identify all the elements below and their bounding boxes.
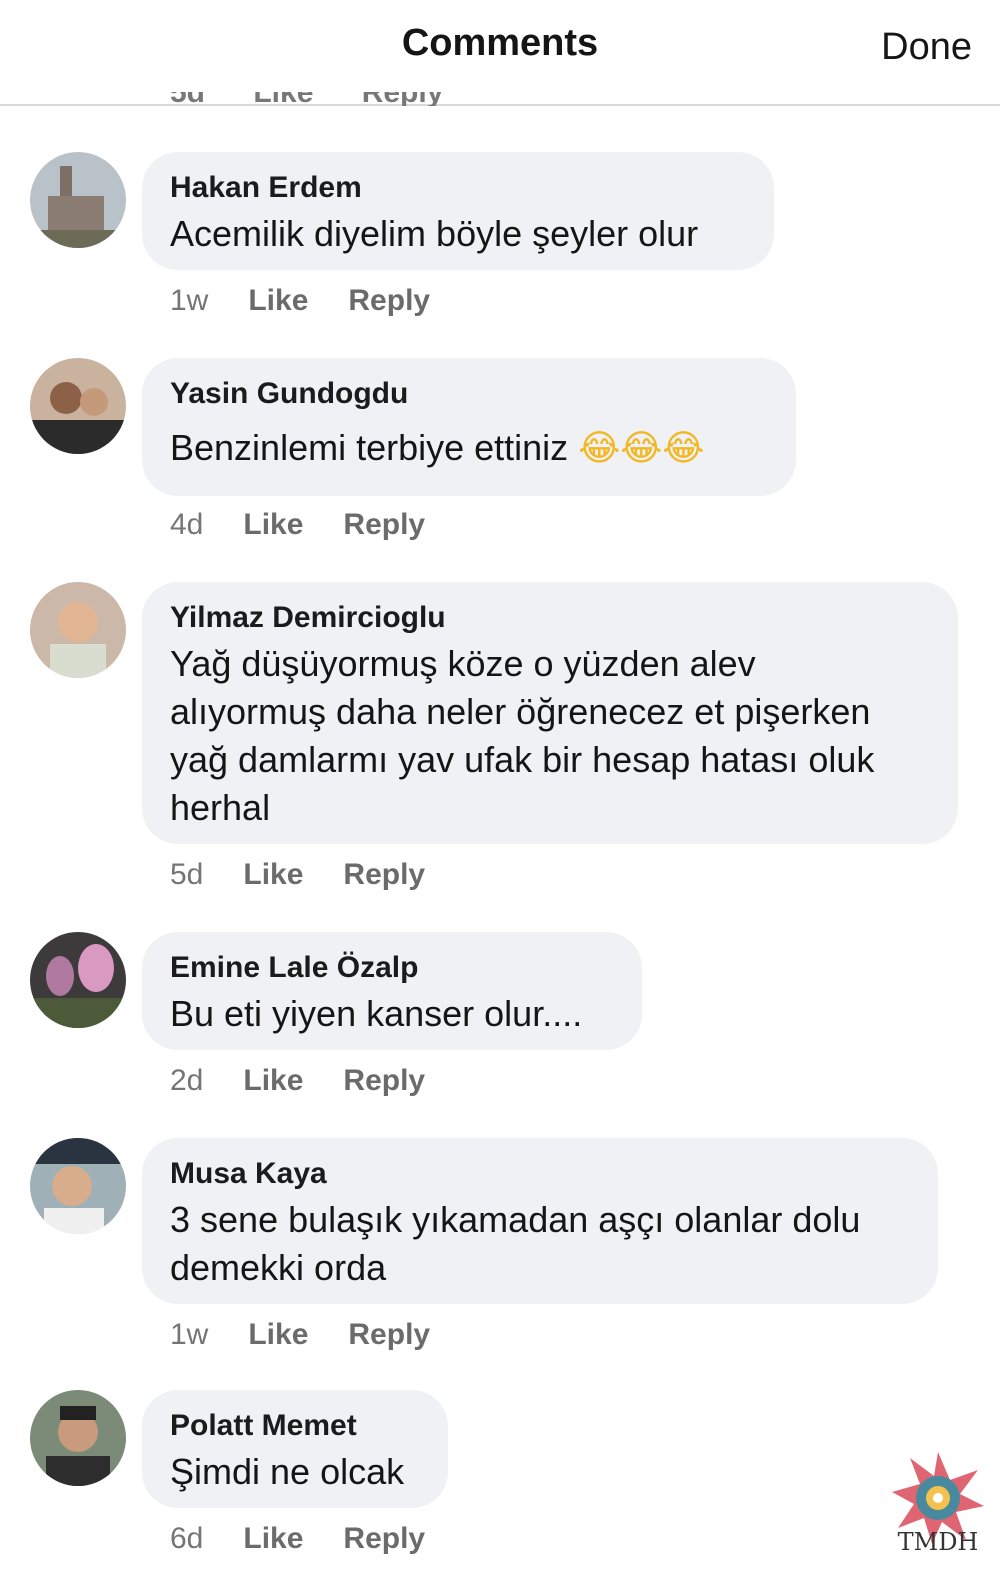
done-button[interactable]: Done [881, 26, 972, 69]
comment-actions: 4d Like Reply [170, 508, 425, 542]
comment-bubble: Yilmaz Demircioglu Yağ düşüyormuş köze o… [142, 582, 958, 844]
comments-header: Comments Done [0, 0, 1000, 106]
comment-text-line: yağ damlarmı yav ufak bir hesap hatası o… [170, 739, 875, 780]
reply-button[interactable]: Reply [348, 284, 430, 318]
comment-bubble: Polatt Memet Şimdi ne olcak [142, 1390, 448, 1508]
reply-button[interactable]: Reply [348, 1318, 430, 1352]
laughing-emoji-icon: 😂😂😂 [578, 428, 705, 469]
comment-actions: 6d Like Reply [170, 1522, 425, 1556]
avatar[interactable] [30, 932, 126, 1028]
comment-bubble: Yasin Gundogdu Benzinlemi terbiye ettini… [142, 358, 796, 496]
comment-actions: 1w Like Reply [170, 284, 430, 318]
avatar[interactable] [30, 152, 126, 248]
comment-author[interactable]: Musa Kaya [170, 1156, 910, 1192]
comment-text-line: demekki orda [170, 1247, 387, 1288]
comment-time: 2d [170, 1064, 204, 1097]
cutoff-comment-meta: 5d Like Reply [170, 92, 443, 106]
reply-button[interactable]: Reply [343, 1064, 425, 1098]
comment-author[interactable]: Hakan Erdem [170, 170, 746, 206]
page-title: Comments [401, 22, 599, 64]
like-button[interactable]: Like [248, 284, 308, 318]
comment-text-line: Yağ düşüyormuş köze o yüzden alev [170, 643, 756, 684]
like-button[interactable]: Like [248, 1318, 308, 1352]
avatar[interactable] [30, 582, 126, 678]
avatar[interactable] [30, 1138, 126, 1234]
comment-text-content: Benzinlemi terbiye ettiniz [170, 427, 569, 468]
like-button[interactable]: Like [243, 1522, 303, 1556]
comment-text: Acemilik diyelim böyle şeyler olur [170, 213, 699, 254]
comment-text: Şimdi ne olcak [170, 1451, 405, 1492]
comment-text: Benzinlemi terbiye ettiniz 😂😂😂 [170, 424, 768, 473]
comment-bubble: Emine Lale Özalp Bu eti yiyen kanser olu… [142, 932, 642, 1050]
comment-text: Bu eti yiyen kanser olur.... [170, 993, 583, 1034]
comment-text-line: 3 sene bulaşık yıkamadan aşçı olanlar do… [170, 1199, 861, 1240]
comment-bubble: Musa Kaya 3 sene bulaşık yıkamadan aşçı … [142, 1138, 938, 1304]
reply-button[interactable]: Reply [343, 858, 425, 892]
comment-author[interactable]: Yilmaz Demircioglu [170, 600, 930, 636]
comment-actions: 5d Like Reply [170, 858, 425, 892]
comment-text: Yağ düşüyormuş köze o yüzden alev alıyor… [170, 640, 930, 832]
comment-actions: 2d Like Reply [170, 1064, 425, 1098]
comment-text: 3 sene bulaşık yıkamadan aşçı olanlar do… [170, 1196, 910, 1292]
reply-button[interactable]: Reply [343, 1522, 425, 1556]
comment-author[interactable]: Yasin Gundogdu [170, 376, 768, 412]
watermark-text: TMDH [897, 1528, 979, 1556]
like-button[interactable]: Like [243, 1064, 303, 1098]
like-button[interactable]: Like [243, 858, 303, 892]
comment-time: 5d [170, 858, 204, 891]
comment-author[interactable]: Emine Lale Özalp [170, 950, 614, 986]
comment-bubble: Hakan Erdem Acemilik diyelim böyle şeyle… [142, 152, 774, 270]
comment-text-line: alıyormuş daha neler öğrenecez et pişerk… [170, 691, 871, 732]
avatar[interactable] [30, 358, 126, 454]
comment-text-line: herhal [170, 787, 271, 828]
reply-button[interactable]: Reply [343, 508, 425, 542]
like-button[interactable]: Like [243, 508, 303, 542]
comment-actions: 1w Like Reply [170, 1318, 430, 1352]
avatar[interactable] [30, 1390, 126, 1486]
comment-time: 6d [170, 1522, 204, 1555]
comment-time: 1w [170, 284, 209, 317]
comment-time: 4d [170, 508, 204, 541]
comment-time: 1w [170, 1318, 209, 1351]
comment-author[interactable]: Polatt Memet [170, 1408, 420, 1444]
